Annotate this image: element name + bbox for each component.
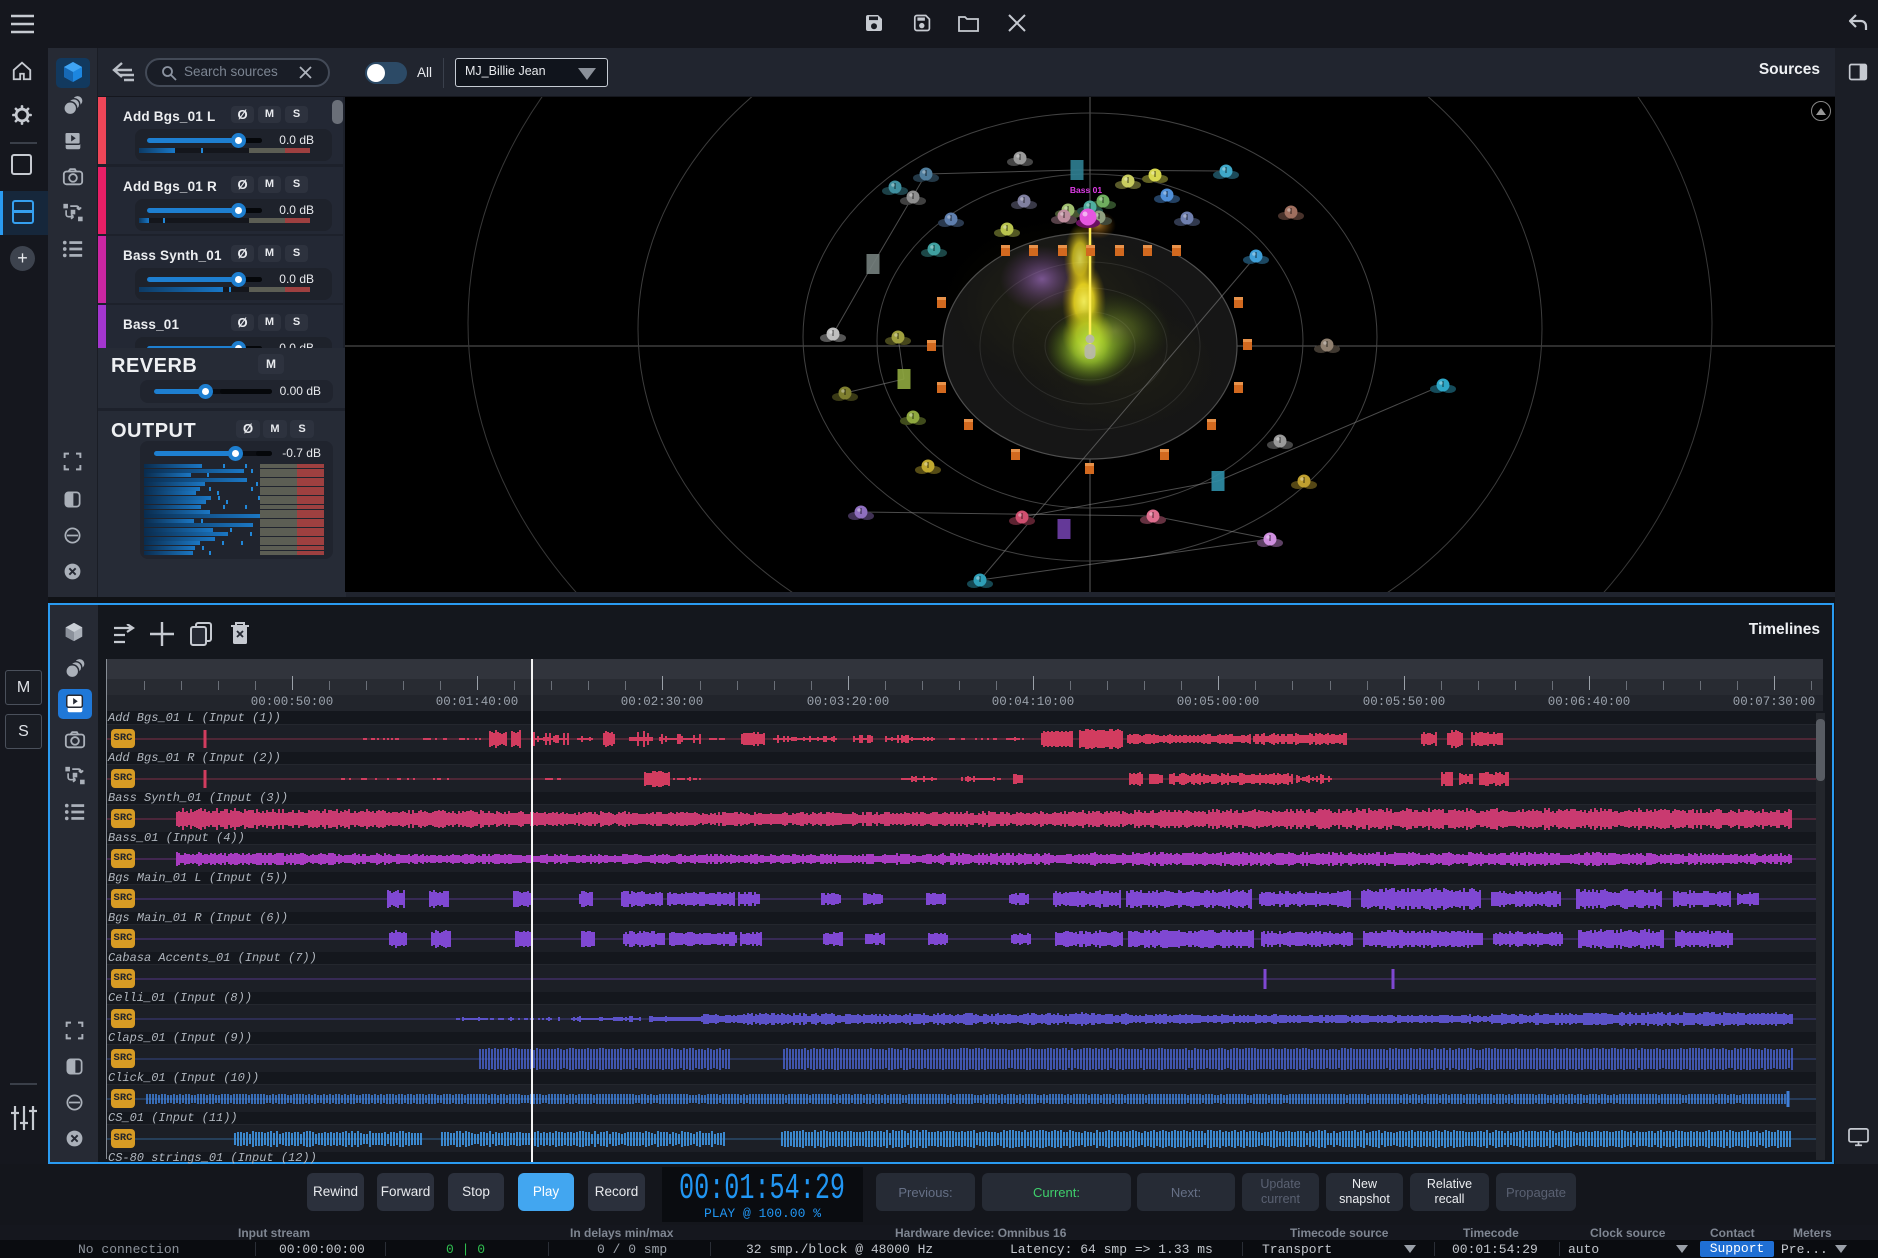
- svg-text:00:01:54:29: 00:01:54:29: [679, 1168, 845, 1207]
- svg-text:Bass 01: Bass 01: [1070, 185, 1102, 195]
